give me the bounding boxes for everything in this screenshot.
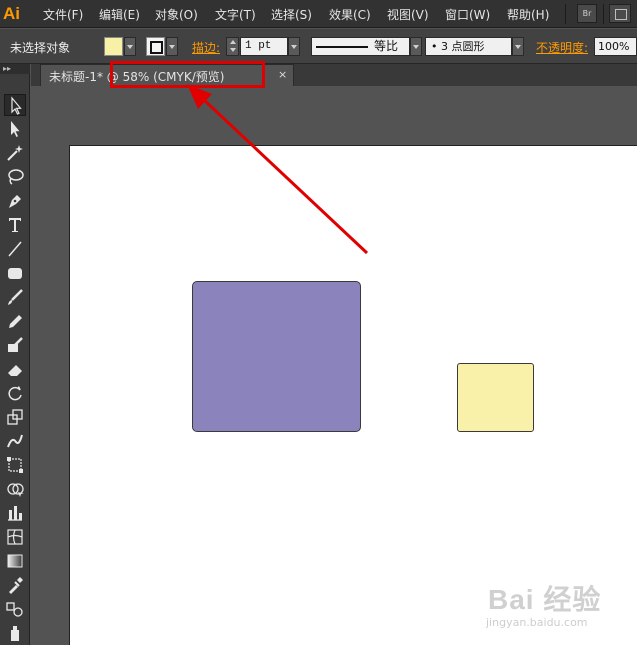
- stroke-label[interactable]: 描边:: [192, 39, 220, 56]
- menu-separator: [565, 4, 566, 24]
- menu-window[interactable]: 窗口(W): [445, 6, 490, 23]
- paintbrush-tool-icon[interactable]: [4, 286, 26, 308]
- menu-view[interactable]: 视图(V): [387, 6, 429, 23]
- brush-definition-select[interactable]: • 3 点圆形: [425, 37, 512, 56]
- menu-select[interactable]: 选择(S): [271, 6, 312, 23]
- shape-builder-tool-icon[interactable]: [4, 478, 26, 500]
- menu-file[interactable]: 文件(F): [43, 6, 83, 23]
- blend-tool-icon[interactable]: [4, 598, 26, 620]
- app-logo: Ai: [3, 4, 20, 23]
- watermark-logo: Bai 经验: [488, 584, 602, 615]
- stroke-weight-stepper[interactable]: [226, 37, 239, 56]
- gradient-tool-icon[interactable]: [4, 550, 26, 572]
- free-transform-tool-icon[interactable]: [4, 454, 26, 476]
- workspace-layout-button[interactable]: [609, 4, 631, 23]
- menu-help[interactable]: 帮助(H): [507, 6, 549, 23]
- pen-tool-icon[interactable]: [4, 190, 26, 212]
- brush-dropdown-chevron-icon[interactable]: [512, 37, 524, 56]
- profile-label: 等比: [374, 39, 399, 53]
- mesh-tool-icon[interactable]: [4, 526, 26, 548]
- stroke-dropdown-chevron-icon[interactable]: [166, 37, 178, 56]
- rotate-tool-icon[interactable]: [4, 382, 26, 404]
- opacity-label[interactable]: 不透明度:: [536, 39, 588, 56]
- selection-status: 未选择对象: [10, 41, 71, 55]
- warp-tool-icon[interactable]: [4, 430, 26, 452]
- control-bar: 未选择对象 描边: 1 pt 等比 • 3 点圆形 不透明度: 100%: [0, 29, 637, 64]
- blob-brush-tool-icon[interactable]: [4, 334, 26, 356]
- menu-object[interactable]: 对象(O): [155, 6, 198, 23]
- variable-width-profile-select[interactable]: 等比: [311, 37, 410, 56]
- pencil-tool-icon[interactable]: [4, 310, 26, 332]
- yellow-rectangle[interactable]: [457, 363, 534, 432]
- bridge-button[interactable]: Br: [577, 4, 597, 23]
- symbol-sprayer-tool-icon[interactable]: [4, 622, 26, 644]
- toolbox-collapse-grip[interactable]: ▸▸: [0, 64, 30, 74]
- annotation-highlight-box: [110, 61, 265, 88]
- stroke-color-swatch[interactable]: [146, 37, 165, 56]
- menu-separator: [603, 4, 604, 24]
- opacity-input[interactable]: 100%: [594, 37, 637, 56]
- lasso-tool-icon[interactable]: [4, 166, 26, 188]
- eraser-tool-icon[interactable]: [4, 358, 26, 380]
- type-tool-icon[interactable]: [4, 214, 26, 236]
- menu-edit[interactable]: 编辑(E): [99, 6, 140, 23]
- fill-dropdown-chevron-icon[interactable]: [124, 37, 136, 56]
- magic-wand-tool-icon[interactable]: [4, 142, 26, 164]
- toolbox-panel: ▸▸: [0, 64, 30, 645]
- direct-selection-tool-icon[interactable]: [4, 118, 26, 140]
- line-tool-icon[interactable]: [4, 238, 26, 260]
- menu-type[interactable]: 文字(T): [215, 6, 256, 23]
- eyedropper-tool-icon[interactable]: [4, 574, 26, 596]
- close-icon[interactable]: ×: [278, 68, 287, 81]
- profile-dropdown-chevron-icon[interactable]: [410, 37, 422, 56]
- watermark-url: jingyan.baidu.com: [486, 616, 588, 629]
- selection-tool-icon[interactable]: [4, 94, 26, 116]
- scale-tool-icon[interactable]: [4, 406, 26, 428]
- rectangle-tool-icon[interactable]: [4, 262, 26, 284]
- stroke-weight-dropdown-chevron-icon[interactable]: [288, 37, 300, 56]
- menu-bar: Ai 文件(F) 编辑(E) 对象(O) 文字(T) 选择(S) 效果(C) 视…: [0, 0, 637, 28]
- purple-rectangle[interactable]: [192, 281, 361, 432]
- stroke-weight-input[interactable]: 1 pt: [240, 37, 288, 56]
- watermark: Bai 经验 jingyan.baidu.com: [476, 578, 626, 636]
- profile-line-preview: [316, 46, 368, 48]
- menu-effect[interactable]: 效果(C): [329, 6, 371, 23]
- graph-tool-icon[interactable]: [4, 502, 26, 524]
- fill-color-swatch[interactable]: [104, 37, 123, 56]
